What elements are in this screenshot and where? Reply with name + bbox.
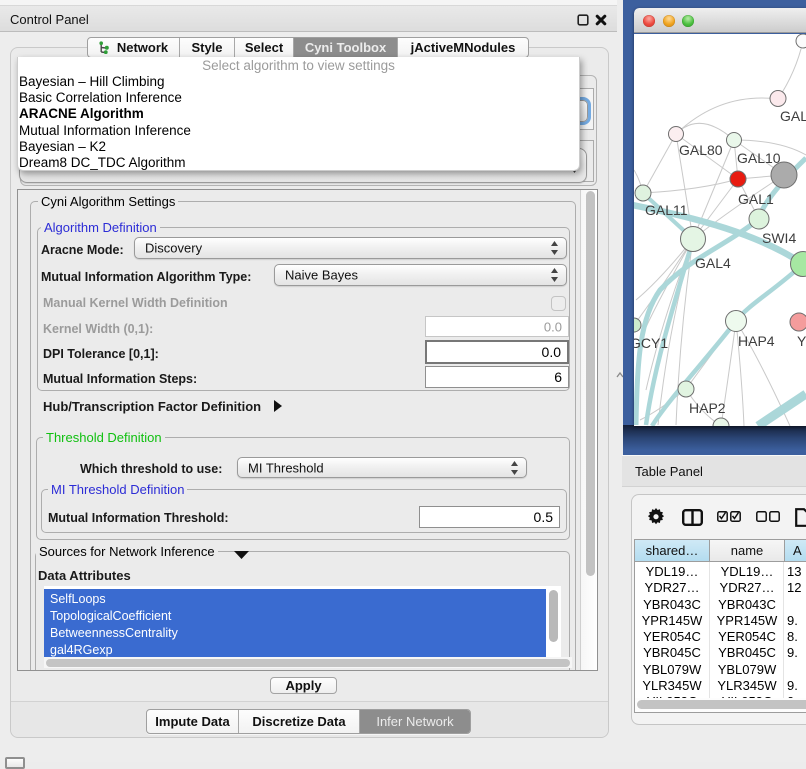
svg-text:HAP2: HAP2	[689, 400, 726, 416]
svg-text:GCY1: GCY1	[634, 335, 668, 351]
svg-text:GAL80: GAL80	[679, 142, 723, 158]
svg-text:GAL2: GAL2	[780, 108, 806, 124]
svg-text:Y: Y	[797, 333, 806, 349]
svg-text:HAP4: HAP4	[738, 333, 775, 349]
svg-text:SWI4: SWI4	[762, 230, 796, 246]
svg-text:GAL4: GAL4	[695, 255, 731, 271]
svg-text:GAL11: GAL11	[645, 202, 688, 218]
svg-text:GAL1: GAL1	[738, 191, 774, 207]
svg-text:GAL10: GAL10	[737, 150, 781, 166]
